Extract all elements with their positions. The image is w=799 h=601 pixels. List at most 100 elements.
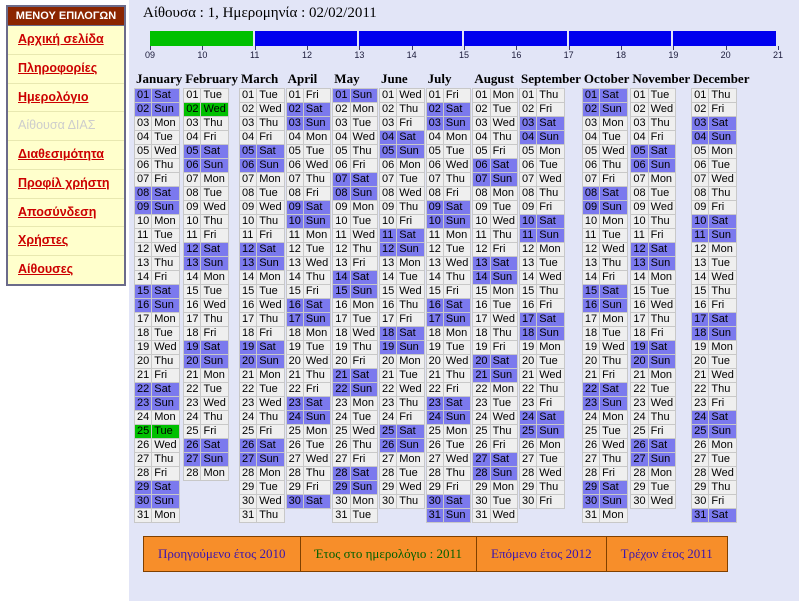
day-number[interactable]: 06 [378, 158, 398, 173]
day-weekday[interactable]: Sun [151, 298, 180, 313]
calendar-day-row[interactable]: 13 Thu [581, 256, 628, 271]
day-weekday[interactable]: Sun [302, 214, 332, 229]
calendar-day-row[interactable]: 23 Thu [378, 396, 425, 411]
day-number[interactable]: 12 [378, 242, 398, 257]
day-number[interactable]: 27 [183, 452, 202, 467]
day-number[interactable]: 22 [518, 382, 538, 397]
day-number[interactable]: 19 [630, 340, 649, 355]
day-weekday[interactable]: Sat [442, 396, 472, 411]
day-weekday[interactable]: Tue [256, 88, 285, 103]
calendar-day-row[interactable]: 23 Fri [691, 396, 737, 411]
day-number[interactable]: 17 [378, 312, 398, 327]
calendar-day-row[interactable]: 30 Fri [518, 494, 565, 509]
calendar-day-row[interactable]: 21 Fri [581, 368, 628, 383]
day-number[interactable]: 01 [285, 88, 304, 103]
calendar-day-row[interactable]: 08 Sat [581, 186, 628, 201]
calendar-day-row[interactable]: 14 Thu [425, 270, 472, 285]
day-number[interactable]: 22 [691, 382, 710, 397]
calendar-day-row[interactable]: 07 Wed [518, 172, 565, 187]
calendar-day-row[interactable]: 21 Tue [378, 368, 425, 383]
calendar-day-row[interactable]: 27 Wed [425, 452, 472, 467]
day-weekday[interactable]: Thu [708, 382, 737, 397]
calendar-day-row[interactable]: 22 Tue [238, 382, 285, 397]
day-weekday[interactable]: Thu [302, 466, 332, 481]
calendar-day-row[interactable]: 23 Tue [472, 396, 518, 411]
day-weekday[interactable]: Sat [708, 508, 737, 523]
day-number[interactable]: 05 [472, 144, 491, 159]
calendar-day-row[interactable]: 21 Fri [133, 368, 180, 383]
day-number[interactable]: 02 [183, 102, 202, 117]
calendar-day-row[interactable]: 08 Tue [630, 186, 677, 201]
day-number[interactable]: 27 [518, 452, 538, 467]
day-weekday[interactable]: Fri [708, 494, 737, 509]
sidebar-item-label[interactable]: Αποσύνδεση [18, 205, 96, 219]
day-weekday[interactable]: Sun [151, 396, 180, 411]
day-weekday[interactable]: Sat [536, 116, 565, 131]
day-weekday[interactable]: Sun [442, 312, 472, 327]
calendar-day-row[interactable]: 29 Mon [472, 480, 518, 495]
day-weekday[interactable]: Thu [489, 326, 518, 341]
day-weekday[interactable]: Tue [599, 424, 628, 439]
day-number[interactable]: 11 [425, 228, 444, 243]
day-number[interactable]: 04 [691, 130, 710, 145]
calendar-day-row[interactable]: 15 Thu [518, 284, 565, 299]
calendar-day-row[interactable]: 18 Fri [630, 326, 677, 341]
day-number[interactable]: 31 [425, 508, 444, 523]
day-weekday[interactable]: Wed [151, 144, 180, 159]
day-weekday[interactable]: Fri [302, 480, 332, 495]
day-weekday[interactable]: Fri [151, 368, 180, 383]
day-weekday[interactable]: Sun [442, 214, 472, 229]
calendar-day-row[interactable]: 23 Fri [518, 396, 565, 411]
day-number[interactable]: 29 [518, 480, 538, 495]
day-weekday[interactable]: Fri [708, 102, 737, 117]
day-weekday[interactable]: Tue [349, 116, 378, 131]
day-weekday[interactable]: Sun [599, 494, 628, 509]
calendar-day-row[interactable]: 05 Mon [691, 144, 737, 159]
calendar-day-row[interactable]: 19 Fri [472, 340, 518, 355]
calendar-day-row[interactable]: 01 Sun [332, 88, 378, 103]
day-number[interactable]: 09 [425, 200, 444, 215]
calendar-day-row[interactable]: 14 Wed [518, 270, 565, 285]
day-number[interactable]: 29 [238, 480, 258, 495]
day-weekday[interactable]: Thu [536, 186, 565, 201]
calendar-day-row[interactable]: 12 Mon [518, 242, 565, 257]
calendar-day-row[interactable]: 09 Sun [581, 200, 628, 215]
day-number[interactable]: 13 [183, 256, 202, 271]
day-number[interactable]: 21 [472, 368, 491, 383]
calendar-day-row[interactable]: 29 Sun [332, 480, 378, 495]
calendar-day-row[interactable]: 01 Fri [285, 88, 332, 103]
calendar-day-row[interactable]: 09 Wed [183, 200, 229, 215]
calendar-day-row[interactable]: 05 Thu [332, 144, 378, 159]
day-number[interactable]: 04 [238, 130, 258, 145]
day-weekday[interactable]: Fri [599, 466, 628, 481]
day-weekday[interactable]: Thu [349, 438, 378, 453]
day-weekday[interactable]: Mon [349, 102, 378, 117]
day-weekday[interactable]: Wed [442, 354, 472, 369]
day-weekday[interactable]: Tue [536, 354, 565, 369]
day-weekday[interactable]: Fri [489, 242, 518, 257]
day-number[interactable]: 02 [425, 102, 444, 117]
day-weekday[interactable]: Fri [599, 270, 628, 285]
calendar-day-row[interactable]: 19 Sat [630, 340, 677, 355]
day-weekday[interactable]: Mon [200, 172, 229, 187]
day-number[interactable]: 02 [238, 102, 258, 117]
day-number[interactable]: 13 [691, 256, 710, 271]
sidebar-item-label[interactable]: Ημερολόγιο [18, 90, 88, 104]
calendar-day-row[interactable]: 11 Sun [518, 228, 565, 243]
day-weekday[interactable]: Fri [200, 424, 229, 439]
calendar-day-row[interactable]: 15 Tue [630, 284, 677, 299]
day-weekday[interactable]: Wed [708, 368, 737, 383]
day-weekday[interactable]: Tue [647, 284, 677, 299]
calendar-day-row[interactable]: 14 Fri [581, 270, 628, 285]
day-number[interactable]: 20 [691, 354, 710, 369]
calendar-day-row[interactable]: 07 Tue [378, 172, 425, 187]
sidebar-item-3[interactable]: Ημερολόγιο [8, 84, 124, 113]
day-number[interactable]: 22 [238, 382, 258, 397]
day-number[interactable]: 03 [133, 116, 153, 131]
calendar-day-row[interactable]: 08 Wed [378, 186, 425, 201]
calendar-day-row[interactable]: 26 Tue [425, 438, 472, 453]
day-number[interactable]: 26 [691, 438, 710, 453]
day-number[interactable]: 14 [183, 270, 202, 285]
calendar-day-row[interactable]: 26 Wed [581, 438, 628, 453]
day-number[interactable]: 28 [630, 466, 649, 481]
